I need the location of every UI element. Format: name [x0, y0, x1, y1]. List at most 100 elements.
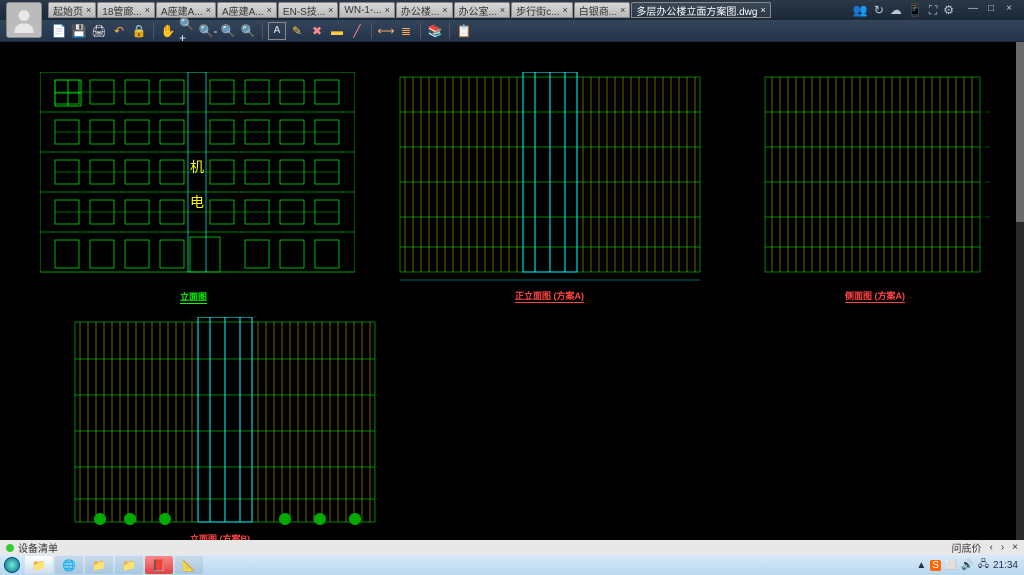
- properties-button[interactable]: 📋: [455, 22, 473, 40]
- layers-button[interactable]: 📚: [426, 22, 444, 40]
- close-button[interactable]: ×: [1000, 3, 1018, 17]
- undo-button[interactable]: ↶: [110, 22, 128, 40]
- tab-label: 办公室...: [459, 3, 497, 18]
- eraser-button[interactable]: ✖: [308, 22, 326, 40]
- caption-elev3: 侧面图 (方案A): [845, 289, 905, 303]
- tray-input-icon[interactable]: S: [930, 560, 941, 571]
- tab-label: 起始页: [53, 3, 83, 18]
- zoom-extents-button[interactable]: 🔍: [219, 22, 237, 40]
- taskbar-app[interactable]: 📁: [25, 556, 53, 574]
- caption-elev2: 正立面图 (方案A): [515, 289, 584, 303]
- tab-label: 白银商...: [579, 3, 617, 18]
- elevation-4: 立面图 (方案B): [70, 317, 380, 532]
- prev-button[interactable]: ‹: [989, 542, 992, 553]
- status-link[interactable]: 问底价: [951, 540, 981, 555]
- cloud-icon[interactable]: ☁: [890, 3, 902, 17]
- windows-taskbar: 📁 🌐 📁 📁 📕 📐 ▲ S ⬜ 🔊 🖧 21:34: [0, 555, 1024, 575]
- tab-label: 多层办公楼立面方案图.dwg: [636, 3, 757, 18]
- status-bar: 设备清单 问底价 ‹ › ×: [0, 540, 1024, 555]
- tray-clock[interactable]: 21:34: [993, 560, 1018, 571]
- tab-start[interactable]: 起始页×: [48, 2, 96, 18]
- tab-doc[interactable]: EN-S技...×: [278, 2, 339, 18]
- tab-doc[interactable]: 18管廊... ×: [97, 2, 155, 18]
- maximize-button[interactable]: □: [982, 3, 1000, 17]
- dimension-button[interactable]: ≣: [397, 22, 415, 40]
- pan-button[interactable]: ✋: [159, 22, 177, 40]
- text-button[interactable]: A: [268, 22, 286, 40]
- close-icon[interactable]: ×: [145, 5, 150, 15]
- status-text: 设备清单: [18, 540, 58, 555]
- close-icon[interactable]: ×: [206, 5, 211, 15]
- tab-label: WN-1-...: [344, 5, 381, 16]
- close-icon[interactable]: ×: [562, 5, 567, 15]
- save-button[interactable]: 💾: [70, 22, 88, 40]
- zoom-window-button[interactable]: 🔍: [239, 22, 257, 40]
- fullscreen-icon[interactable]: ⛶: [929, 3, 937, 18]
- tab-doc-active[interactable]: 多层办公楼立面方案图.dwg×: [631, 2, 770, 18]
- caption-elev4: 立面图 (方案B): [190, 532, 250, 540]
- start-button[interactable]: [0, 555, 24, 575]
- highlight-button[interactable]: ▬: [328, 22, 346, 40]
- tab-label: 步行街c...: [516, 3, 559, 18]
- tab-doc[interactable]: WN-1-... ×: [339, 2, 394, 18]
- tab-label: 办公楼...: [401, 3, 439, 18]
- tray-icon[interactable]: ▲: [916, 560, 926, 571]
- close-icon[interactable]: ×: [500, 5, 505, 15]
- taskbar-app[interactable]: 📁: [115, 556, 143, 574]
- drawing-canvas[interactable]: 机 电 立面图 正立面图 (方案A): [0, 42, 1016, 540]
- elevation-2: 正立面图 (方案A): [395, 72, 705, 282]
- phone-icon[interactable]: 📱: [908, 3, 923, 17]
- elevation-3: 侧面图 (方案A): [760, 72, 990, 282]
- tray-icon[interactable]: ⬜: [945, 560, 957, 571]
- zoom-out-button[interactable]: 🔍-: [199, 22, 217, 40]
- close-icon[interactable]: ×: [442, 5, 447, 15]
- tab-doc[interactable]: 步行街c...×: [511, 2, 573, 18]
- taskbar-app[interactable]: 📕: [145, 556, 173, 574]
- elevation-1: 机 电 立面图: [40, 72, 355, 282]
- taskbar-app[interactable]: 📁: [85, 556, 113, 574]
- close-icon[interactable]: ×: [385, 5, 390, 15]
- zoom-in-button[interactable]: 🔍+: [179, 22, 197, 40]
- new-file-button[interactable]: 📄: [50, 22, 68, 40]
- tray-network-icon[interactable]: 🖧: [978, 557, 989, 574]
- tab-doc[interactable]: 办公楼...×: [396, 2, 453, 18]
- tab-doc[interactable]: A座建A...×: [217, 2, 277, 18]
- measure-button[interactable]: ⟷: [377, 22, 395, 40]
- taskbar-app[interactable]: 📐: [175, 556, 203, 574]
- refresh-icon[interactable]: ↻: [874, 3, 884, 17]
- system-tray: ▲ S ⬜ 🔊 🖧 21:34: [916, 557, 1024, 574]
- tab-label: 18管廊...: [102, 3, 141, 18]
- tab-doc[interactable]: 白银商...×: [574, 2, 631, 18]
- settings-icon[interactable]: ⚙: [943, 3, 954, 17]
- taskbar-app[interactable]: 🌐: [55, 556, 83, 574]
- tray-volume-icon[interactable]: 🔊: [961, 560, 973, 571]
- scrollbar-thumb[interactable]: [1016, 42, 1024, 222]
- tab-label: A座建A...: [161, 3, 203, 18]
- pencil-button[interactable]: ✎: [288, 22, 306, 40]
- label-ji: 机: [190, 159, 204, 175]
- close-icon[interactable]: ×: [86, 5, 91, 15]
- tab-label: A座建A...: [222, 3, 264, 18]
- status-indicator: [6, 544, 14, 552]
- system-icons: 👥 ↻ ☁ 📱 ⛶ ⚙ — □ ×: [853, 3, 1024, 18]
- user-avatar[interactable]: [6, 2, 42, 38]
- tab-label: EN-S技...: [283, 3, 325, 18]
- close-icon[interactable]: ×: [328, 5, 333, 15]
- label-dian: 电: [190, 194, 204, 210]
- close-panel-button[interactable]: ×: [1012, 542, 1018, 553]
- tab-doc[interactable]: 办公室...×: [454, 2, 511, 18]
- vertical-scrollbar[interactable]: [1016, 42, 1024, 540]
- print-button[interactable]: 🖨: [90, 22, 108, 40]
- close-icon[interactable]: ×: [620, 5, 625, 15]
- people-icon[interactable]: 👥: [853, 3, 868, 17]
- titlebar: 起始页× 18管廊...× A座建A...× A座建A...× EN-S技...…: [0, 0, 1024, 20]
- minimize-button[interactable]: —: [964, 3, 982, 17]
- toolbar: 📄 💾 🖨 ↶ 🔒 ✋ 🔍+ 🔍- 🔍 🔍 A ✎ ✖ ▬ ╱ ⟷ ≣ 📚 📋: [0, 20, 1024, 42]
- next-button[interactable]: ›: [1001, 542, 1004, 553]
- line-button[interactable]: ╱: [348, 22, 366, 40]
- close-icon[interactable]: ×: [267, 5, 272, 15]
- lock-button[interactable]: 🔒: [130, 22, 148, 40]
- close-icon[interactable]: ×: [760, 5, 765, 15]
- caption-elev1: 立面图: [180, 290, 207, 304]
- document-tabs: 起始页× 18管廊...× A座建A...× A座建A...× EN-S技...…: [48, 2, 772, 18]
